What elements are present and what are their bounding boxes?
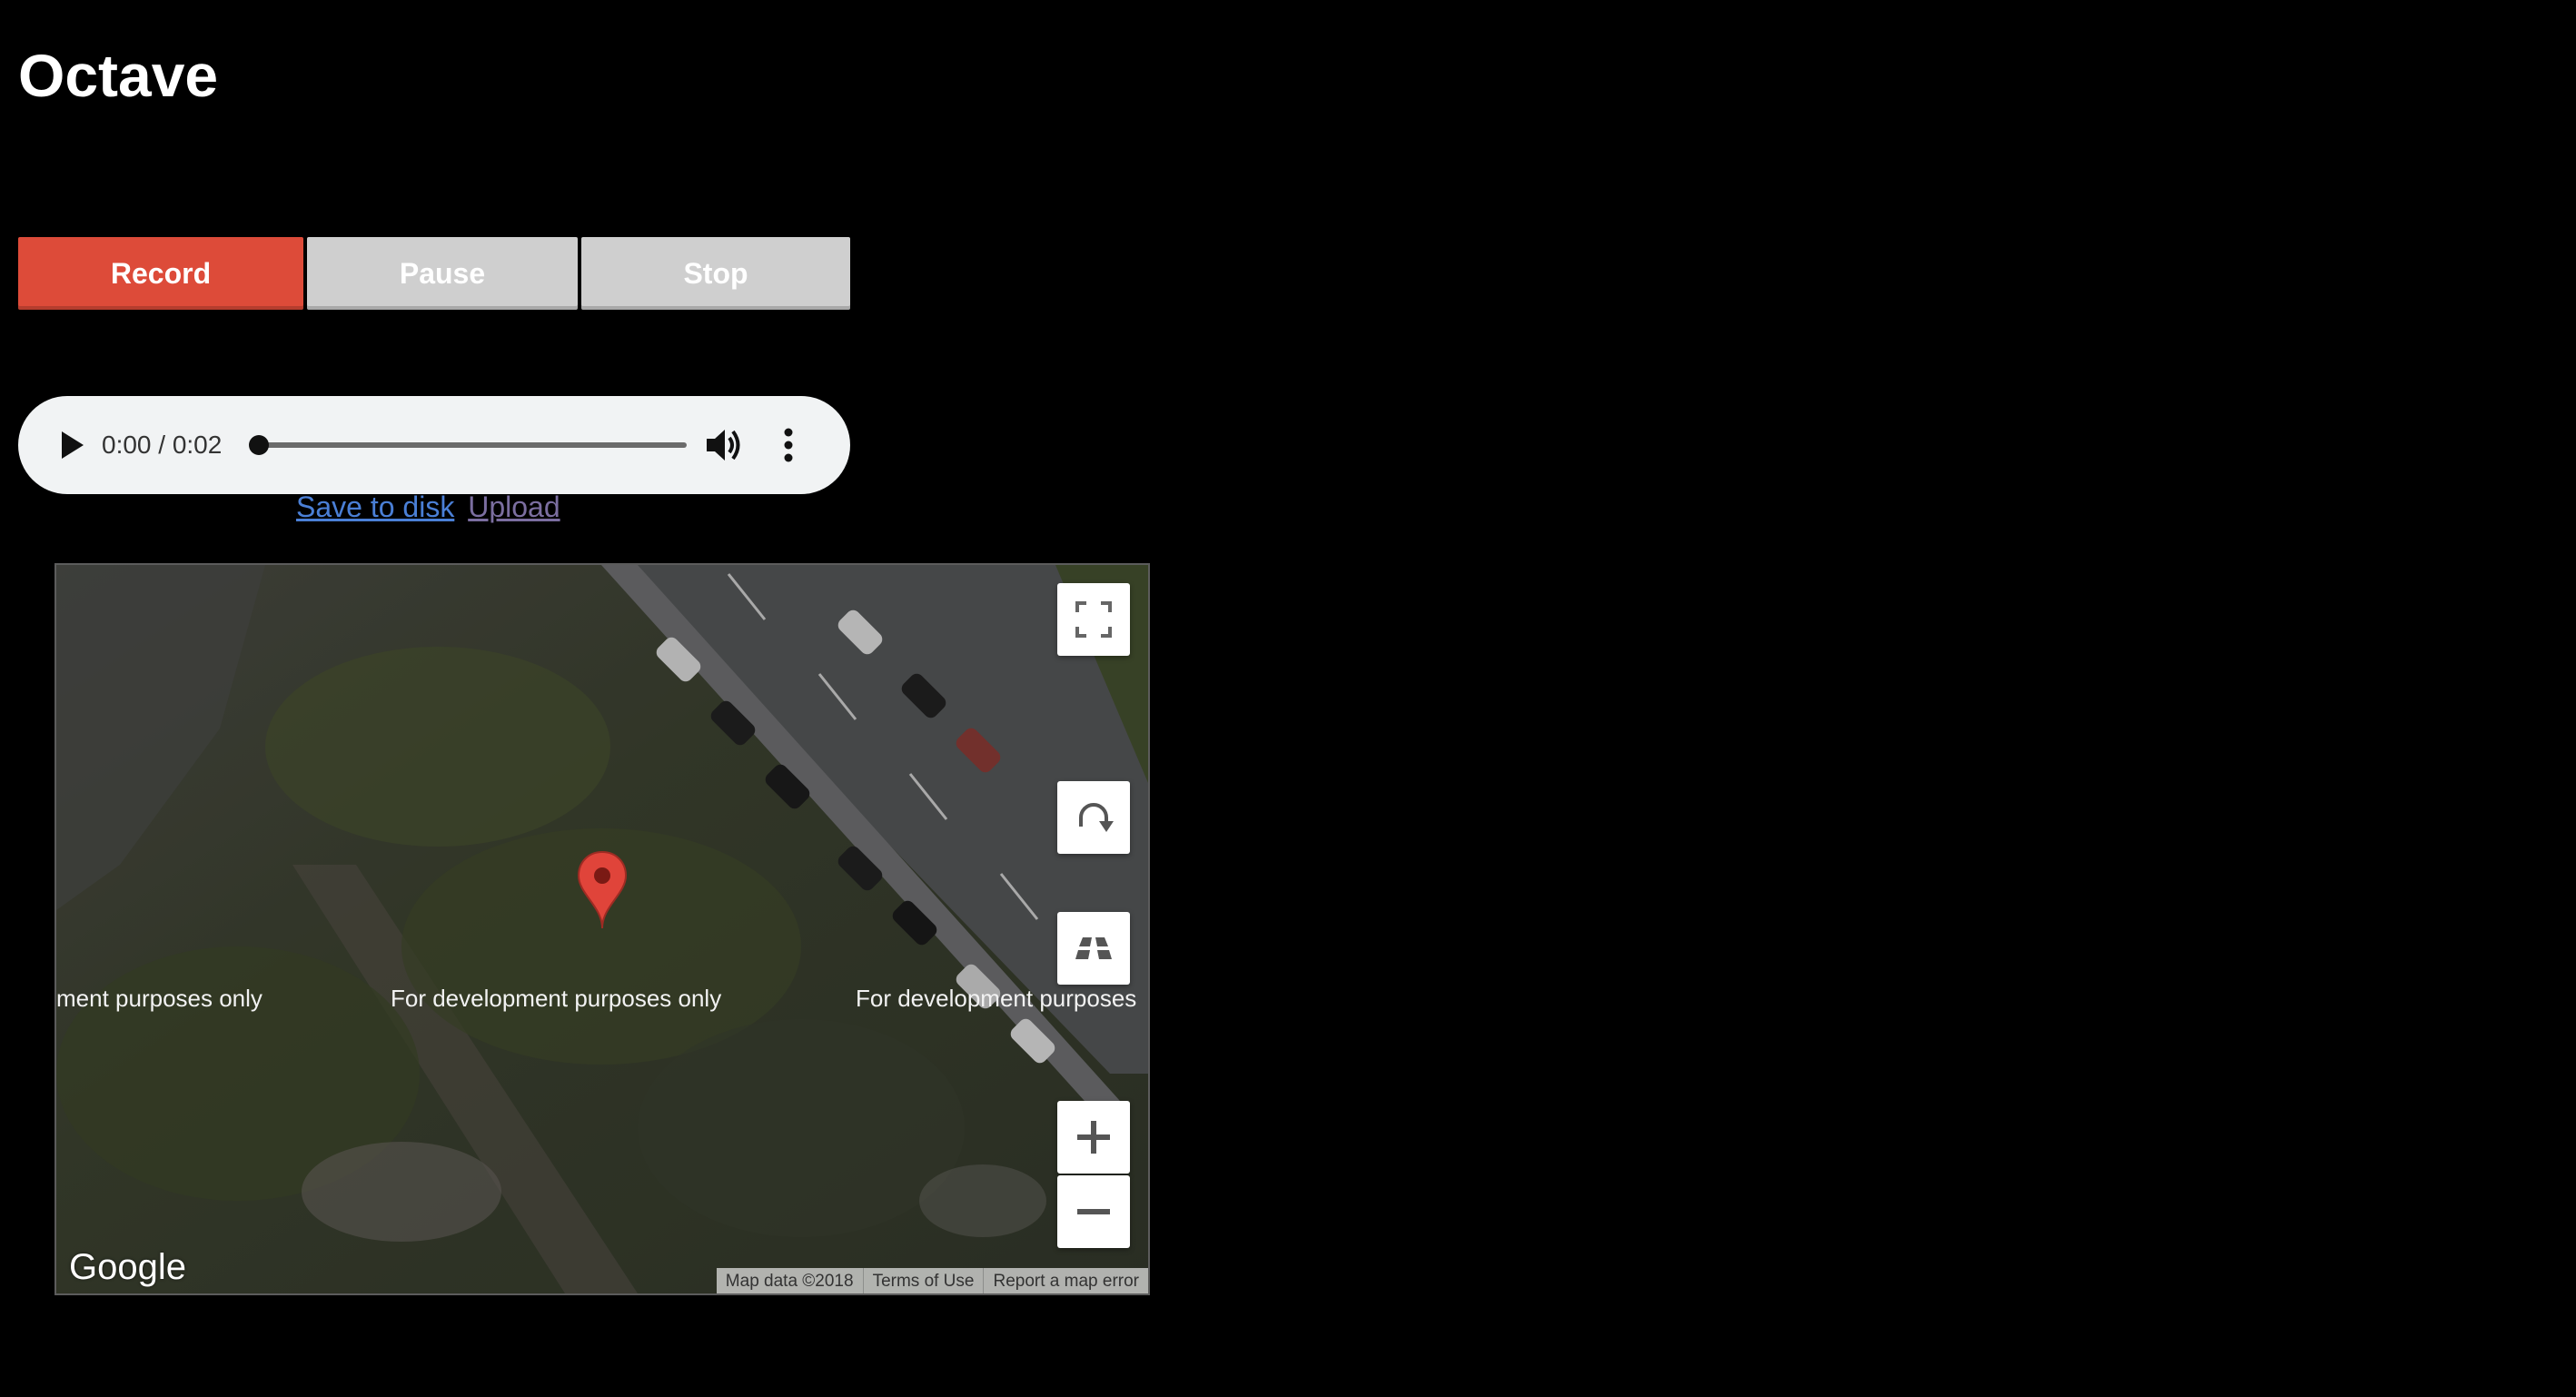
fullscreen-icon [1075, 601, 1112, 638]
volume-icon[interactable] [705, 427, 743, 463]
zoom-out-button[interactable] [1057, 1175, 1130, 1248]
report-error-link[interactable]: Report a map error [983, 1268, 1148, 1293]
tilt-button[interactable] [1057, 912, 1130, 985]
pause-button[interactable]: Pause [307, 237, 578, 310]
map-marker-icon[interactable] [576, 850, 629, 930]
map-data-label: Map data ©2018 [725, 1272, 854, 1291]
audio-player: 0:00 / 0:02 [18, 396, 850, 494]
play-icon[interactable] [56, 430, 87, 461]
file-links: Save to disk Upload [296, 490, 560, 524]
fullscreen-button[interactable] [1057, 583, 1130, 656]
zoom-out-icon [1077, 1209, 1110, 1214]
time-display: 0:00 / 0:02 [102, 431, 223, 459]
upload-link[interactable]: Upload [468, 490, 560, 523]
terms-link[interactable]: Terms of Use [862, 1268, 984, 1293]
rotate-icon [1079, 803, 1114, 832]
watermark-text: ment purposes only [56, 985, 263, 1012]
stop-button[interactable]: Stop [581, 237, 850, 310]
seek-thumb[interactable] [249, 435, 269, 455]
record-button[interactable]: Record [18, 237, 303, 310]
watermark-text: For development purposes only [391, 985, 722, 1012]
map-view[interactable]: ment purposes only For development purpo… [54, 563, 1150, 1295]
zoom-in-button[interactable] [1057, 1101, 1130, 1174]
rotate-button[interactable] [1057, 781, 1130, 854]
map-attribution: Map data ©2018 Terms of Use Report a map… [716, 1268, 1148, 1293]
google-logo: Google [69, 1247, 186, 1287]
watermark-text: For development purposes [856, 985, 1137, 1012]
page-title: Octave [18, 42, 219, 109]
tilt-icon [1075, 937, 1112, 959]
seek-slider[interactable] [260, 442, 687, 448]
save-to-disk-link[interactable]: Save to disk [296, 490, 454, 523]
more-options-icon[interactable] [783, 427, 794, 463]
zoom-in-icon [1077, 1121, 1110, 1154]
